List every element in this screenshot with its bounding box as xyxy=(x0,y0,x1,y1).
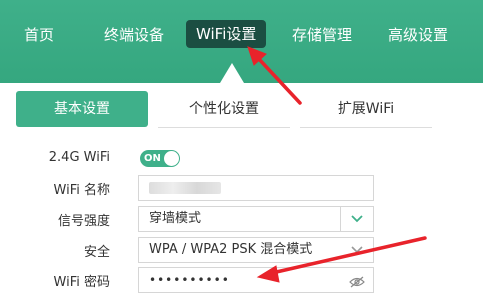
arrow-annotation-icon xyxy=(247,46,427,283)
